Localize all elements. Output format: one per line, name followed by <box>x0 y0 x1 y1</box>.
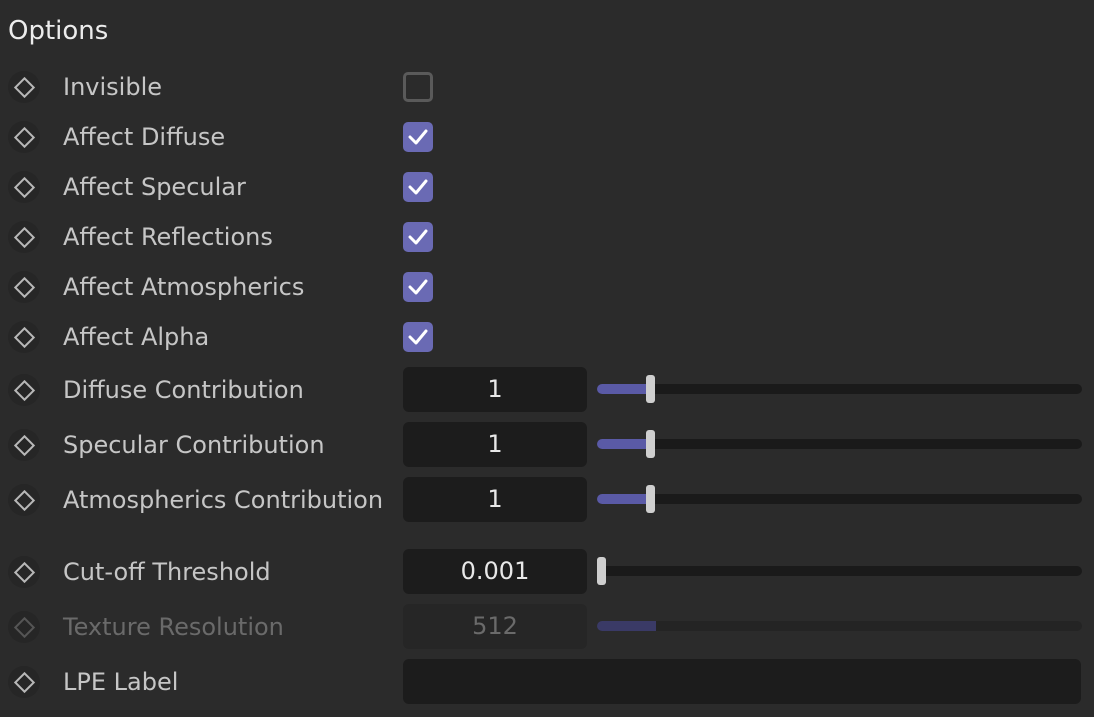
keyframe-diamond-icon[interactable] <box>8 666 40 698</box>
checkbox-affect-alpha[interactable] <box>403 322 433 352</box>
checkmark-icon <box>408 279 428 295</box>
slider-handle[interactable] <box>646 485 655 513</box>
row-affect-specular: Affect Specular <box>0 162 1094 212</box>
texture-resolution-slider <box>597 621 1082 632</box>
diffuse-contribution-slider[interactable] <box>597 375 1082 403</box>
checkbox-invisible[interactable] <box>403 72 433 102</box>
checkmark-icon <box>408 179 428 195</box>
keyframe-diamond-icon[interactable] <box>8 374 40 406</box>
diffuse-contribution-field[interactable]: 1 <box>403 367 587 412</box>
row-affect-atmospherics: Affect Atmospherics <box>0 262 1094 312</box>
slider-handle[interactable] <box>646 375 655 403</box>
label-invisible: Invisible <box>63 73 162 101</box>
row-affect-diffuse: Affect Diffuse <box>0 112 1094 162</box>
atmospherics-contribution-slider[interactable] <box>597 485 1082 513</box>
keyframe-diamond-icon[interactable] <box>8 171 40 203</box>
keyframe-diamond-icon <box>8 611 40 643</box>
row-texture-resolution: Texture Resolution 512 <box>0 602 1094 652</box>
label-specular-contribution: Specular Contribution <box>63 431 325 459</box>
specular-contribution-field[interactable]: 1 <box>403 422 587 467</box>
slider-handle[interactable] <box>646 430 655 458</box>
label-affect-alpha: Affect Alpha <box>63 323 210 351</box>
checkbox-affect-specular[interactable] <box>403 172 433 202</box>
row-invisible: Invisible <box>0 62 1094 112</box>
checkmark-icon <box>408 229 428 245</box>
label-texture-resolution: Texture Resolution <box>63 613 284 641</box>
row-specular-contribution: Specular Contribution 1 <box>0 420 1094 470</box>
keyframe-diamond-icon[interactable] <box>8 484 40 516</box>
row-affect-reflections: Affect Reflections <box>0 212 1094 262</box>
checkbox-affect-atmospherics[interactable] <box>403 272 433 302</box>
lpe-label-input[interactable] <box>403 659 1081 704</box>
row-cutoff-threshold: Cut-off Threshold 0.001 <box>0 547 1094 597</box>
checkbox-affect-reflections[interactable] <box>403 222 433 252</box>
specular-contribution-slider[interactable] <box>597 430 1082 458</box>
keyframe-diamond-icon[interactable] <box>8 121 40 153</box>
texture-resolution-field: 512 <box>403 604 587 649</box>
keyframe-diamond-icon[interactable] <box>8 556 40 588</box>
label-affect-reflections: Affect Reflections <box>63 223 273 251</box>
keyframe-diamond-icon[interactable] <box>8 71 40 103</box>
label-affect-atmospherics: Affect Atmospherics <box>63 273 305 301</box>
row-diffuse-contribution: Diffuse Contribution 1 <box>0 365 1094 415</box>
keyframe-diamond-icon[interactable] <box>8 271 40 303</box>
label-affect-diffuse: Affect Diffuse <box>63 123 226 151</box>
row-lpe-label: LPE Label <box>0 657 1094 707</box>
label-atmospherics-contribution: Atmospherics Contribution <box>63 486 384 514</box>
atmospherics-contribution-field[interactable]: 1 <box>403 477 587 522</box>
section-title: Options <box>8 16 109 46</box>
slider-handle[interactable] <box>597 557 606 585</box>
label-cutoff-threshold: Cut-off Threshold <box>63 558 271 586</box>
checkbox-affect-diffuse[interactable] <box>403 122 433 152</box>
label-diffuse-contribution: Diffuse Contribution <box>63 376 304 404</box>
checkmark-icon <box>408 329 428 345</box>
checkmark-icon <box>408 129 428 145</box>
cutoff-threshold-field[interactable]: 0.001 <box>403 549 587 594</box>
keyframe-diamond-icon[interactable] <box>8 321 40 353</box>
label-affect-specular: Affect Specular <box>63 173 246 201</box>
options-panel: Options Invisible Affect Diffuse Affect … <box>0 0 1094 717</box>
label-lpe-label: LPE Label <box>63 668 179 696</box>
cutoff-threshold-slider[interactable] <box>597 557 1082 585</box>
keyframe-diamond-icon[interactable] <box>8 221 40 253</box>
keyframe-diamond-icon[interactable] <box>8 429 40 461</box>
row-affect-alpha: Affect Alpha <box>0 312 1094 362</box>
row-atmospherics-contribution: Atmospherics Contribution 1 <box>0 475 1094 525</box>
